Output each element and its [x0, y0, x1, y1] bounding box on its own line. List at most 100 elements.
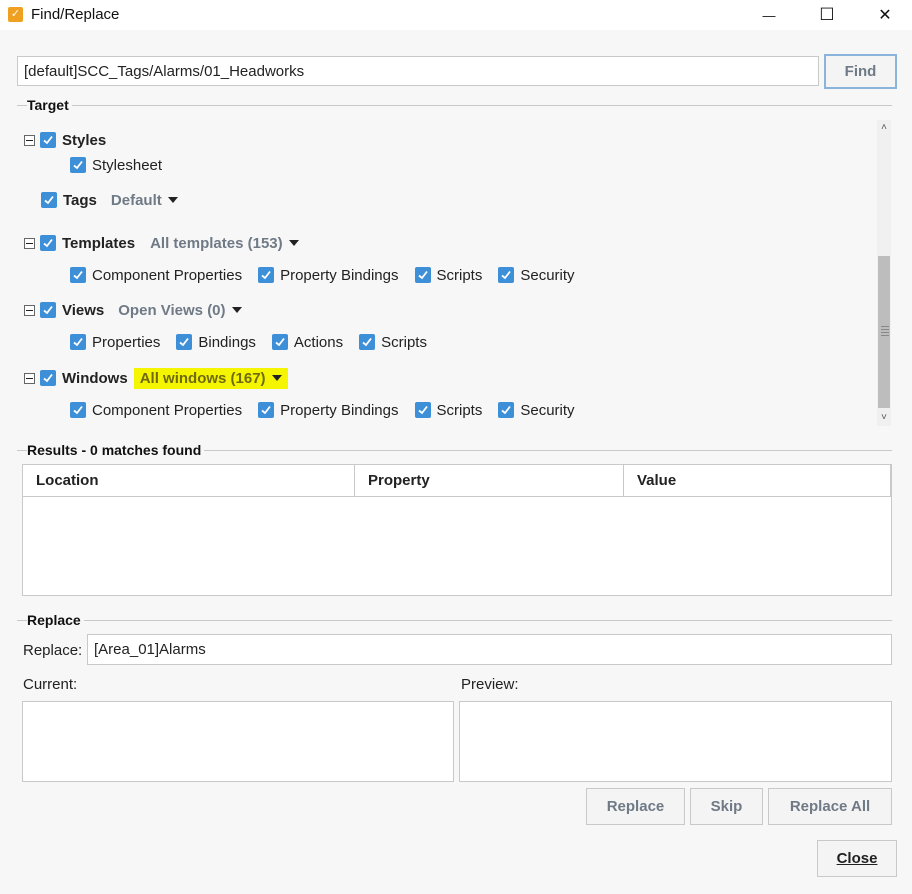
close-icon: ✕: [878, 7, 892, 24]
views-scripts-label: Scripts: [381, 333, 427, 351]
preview-label: Preview:: [461, 676, 519, 693]
dialog-content: [default]SCC_Tags/Alarms/01_Headworks Fi…: [0, 30, 912, 894]
templates-dropdown[interactable]: All templates (153): [150, 235, 299, 252]
tags-label: Tags: [63, 191, 97, 209]
clipped-row: [200, 116, 540, 119]
windows-component-properties-checkbox[interactable]: [70, 402, 86, 418]
templates-component-properties-checkbox[interactable]: [70, 267, 86, 283]
check-icon: [43, 305, 53, 315]
collapse-views-icon[interactable]: [24, 304, 35, 316]
views-checkbox[interactable]: [40, 302, 56, 318]
close-window-button[interactable]: ✕: [862, 0, 908, 30]
templates-security-checkbox[interactable]: [498, 267, 515, 283]
maximize-button[interactable]: ☐: [804, 0, 850, 30]
check-icon: [501, 270, 512, 280]
close-button[interactable]: Close: [817, 840, 897, 877]
caret-down-icon: [271, 375, 282, 381]
find-button-label: Find: [844, 63, 877, 80]
templates-property-bindings-checkbox[interactable]: [258, 267, 275, 283]
tags-provider-dropdown[interactable]: Default: [111, 192, 178, 209]
styles-checkbox[interactable]: [40, 132, 56, 148]
views-dropdown-value: Open Views (0): [118, 301, 226, 319]
window-title: Find/Replace: [31, 6, 120, 23]
skip-button[interactable]: Skip: [690, 788, 763, 825]
replace-all-button-label: Replace All: [789, 798, 871, 815]
caret-down-icon: [167, 197, 178, 203]
scroll-up-icon[interactable]: ˄: [878, 122, 890, 134]
templates-security-label: Security: [520, 266, 575, 284]
minimize-button[interactable]: —: [746, 0, 792, 30]
views-scripts-checkbox[interactable]: [359, 334, 376, 350]
column-header-value[interactable]: Value: [624, 465, 891, 497]
templates-checkbox[interactable]: [40, 235, 56, 251]
replace-button[interactable]: Replace: [586, 788, 685, 825]
templates-scripts-label: Scripts: [436, 266, 483, 284]
templates-scripts-checkbox[interactable]: [414, 267, 431, 283]
views-label: Views: [62, 301, 105, 319]
check-icon: [43, 238, 53, 248]
collapse-windows-icon[interactable]: [24, 372, 35, 384]
scrollbar-thumb[interactable]: [878, 256, 890, 408]
windows-security-checkbox[interactable]: [498, 402, 515, 418]
current-text-area[interactable]: [22, 701, 454, 782]
column-header-location[interactable]: Location: [23, 465, 355, 497]
replace-section-label: Replace: [27, 612, 84, 628]
templates-children-row: Component Properties Property Bindings S…: [70, 264, 575, 286]
windows-label: Windows: [62, 369, 128, 387]
caret-down-icon: [231, 307, 242, 313]
windows-checkbox[interactable]: [40, 370, 56, 386]
replace-input[interactable]: [Area_01]Alarms: [87, 634, 892, 665]
views-dropdown[interactable]: Open Views (0): [118, 301, 242, 319]
windows-property-bindings-label: Property Bindings: [280, 401, 399, 419]
windows-scripts-checkbox[interactable]: [414, 402, 431, 418]
stylesheet-row: Stylesheet: [70, 154, 162, 176]
views-actions-checkbox[interactable]: [271, 334, 288, 350]
find-input[interactable]: [default]SCC_Tags/Alarms/01_Headworks: [17, 56, 819, 86]
windows-row: Windows All windows (167): [24, 367, 288, 389]
windows-property-bindings-checkbox[interactable]: [258, 402, 275, 418]
scroll-down-icon[interactable]: ˅: [878, 412, 890, 424]
replace-all-button[interactable]: Replace All: [768, 788, 892, 825]
check-icon: [73, 270, 83, 280]
target-scrollbar[interactable]: ˄ ˅: [877, 120, 891, 426]
preview-text-area[interactable]: [459, 701, 892, 782]
windows-dropdown[interactable]: All windows (167): [133, 367, 288, 389]
check-icon: [417, 405, 428, 415]
check-icon: [73, 405, 83, 415]
collapse-styles-icon[interactable]: [24, 134, 35, 146]
check-icon: [275, 337, 285, 347]
replace-divider: [17, 620, 892, 621]
title-bar: ✓ Find/Replace — ☐ ✕: [0, 0, 912, 30]
skip-button-label: Skip: [710, 798, 743, 815]
collapse-templates-icon[interactable]: [24, 237, 35, 249]
column-header-property[interactable]: Property: [355, 465, 624, 497]
column-header-value-label: Value: [637, 472, 677, 489]
windows-security-label: Security: [520, 401, 575, 419]
tags-checkbox[interactable]: [41, 192, 57, 208]
check-icon: [417, 270, 428, 280]
views-children-row: Properties Bindings Actions Scripts: [70, 331, 427, 353]
views-properties-checkbox[interactable]: [70, 334, 86, 350]
templates-row: Templates All templates (153): [24, 232, 299, 254]
check-icon: [43, 373, 53, 383]
check-icon: [44, 195, 54, 205]
styles-row: Styles: [24, 129, 106, 151]
replace-button-label: Replace: [606, 798, 665, 815]
stylesheet-checkbox[interactable]: [70, 157, 86, 173]
templates-property-bindings-label: Property Bindings: [280, 266, 399, 284]
app-icon: ✓: [8, 7, 23, 22]
views-actions-label: Actions: [293, 333, 344, 351]
check-icon: [73, 337, 83, 347]
check-icon: [362, 337, 372, 347]
results-table[interactable]: Location Property Value: [22, 464, 892, 596]
check-icon: [73, 160, 83, 170]
maximize-icon: ☐: [819, 5, 835, 24]
tags-row: Tags Default: [41, 189, 178, 211]
check-icon: [179, 337, 190, 347]
results-label: Results - 0 matches found: [27, 442, 205, 458]
styles-label: Styles: [62, 131, 107, 149]
target-divider: [17, 105, 892, 106]
replace-input-value: [Area_01]Alarms: [94, 641, 206, 658]
views-bindings-checkbox[interactable]: [176, 334, 193, 350]
find-button[interactable]: Find: [824, 54, 897, 89]
